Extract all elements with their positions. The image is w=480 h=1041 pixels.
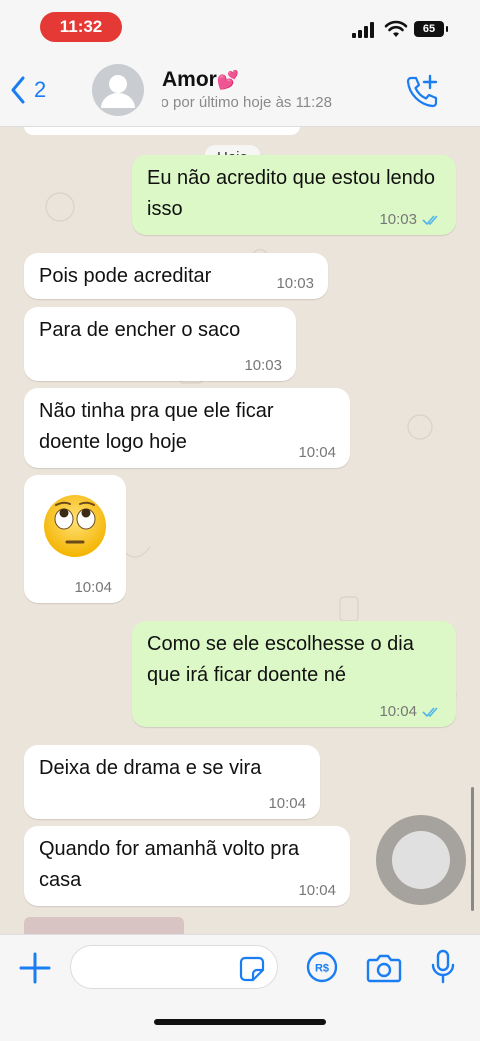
message-time: 10:04: [298, 882, 336, 899]
back-button[interactable]: 2: [10, 76, 46, 104]
message-meta: 10:04: [74, 579, 112, 597]
attach-button[interactable]: [18, 951, 52, 990]
status-bar: 11:32 65: [0, 0, 480, 54]
last-seen-text: visto por último hoje às 11:28: [162, 94, 332, 111]
touch-indicator-inner: [392, 831, 450, 889]
wifi-icon: [384, 20, 408, 37]
message-input[interactable]: [85, 946, 239, 988]
message-incoming[interactable]: Pois pode acreditar 10:03: [24, 253, 328, 299]
avatar[interactable]: [92, 64, 144, 116]
message-outgoing[interactable]: Eu não acredito que estou lendo isso 10:…: [132, 155, 456, 235]
message-text: Como se ele escolhesse o dia que irá fic…: [147, 633, 414, 686]
message-outgoing[interactable]: Como se ele escolhesse o dia que irá fic…: [132, 621, 456, 727]
microphone-button[interactable]: [430, 949, 456, 990]
microphone-icon: [431, 949, 455, 984]
message-time: 10:03: [276, 275, 314, 292]
message-meta: 10:04: [268, 795, 306, 813]
status-time: 11:32: [40, 12, 122, 42]
chat-area[interactable]: Hoje Eu não acredito que estou lendo iss…: [0, 127, 480, 934]
message-incoming[interactable]: Quando for amanhã volto pra casa 10:04: [24, 826, 350, 906]
media-message-partial[interactable]: [24, 917, 184, 934]
battery-indicator: 65: [414, 21, 444, 37]
message-time: 10:04: [379, 703, 417, 720]
payment-icon: R$: [306, 951, 338, 983]
heart-emoji: 💕: [216, 70, 240, 90]
message-meta: 10:04: [298, 882, 336, 900]
contact-name-text: Amor: [162, 68, 217, 91]
home-indicator[interactable]: [154, 1019, 326, 1025]
message-time: 10:04: [74, 579, 112, 596]
message-time: 10:03: [244, 357, 282, 374]
message-meta: 10:03: [244, 357, 282, 375]
svg-text:R$: R$: [315, 963, 329, 975]
plus-icon: [19, 952, 51, 984]
message-text: Quando for amanhã volto pra casa: [39, 838, 300, 891]
message-text: Deixa de drama e se vira: [39, 757, 262, 779]
battery-tip: [446, 26, 448, 32]
message-input-field[interactable]: [70, 945, 278, 989]
message-meta: 10:04: [298, 444, 336, 462]
input-bar: R$: [0, 934, 480, 1041]
message-meta: 10:03: [276, 275, 314, 293]
message-text: Para de encher o saco: [39, 319, 241, 341]
call-button[interactable]: [402, 72, 442, 117]
add-call-icon: [406, 74, 438, 108]
message-incoming[interactable]: Deixa de drama e se vira 10:04: [24, 745, 320, 819]
contact-name[interactable]: Amor💕: [162, 68, 239, 92]
chat-header: 2 Amor💕 visto por último hoje às 11:28: [0, 54, 480, 127]
scrollbar[interactable]: [471, 787, 474, 911]
read-ticks-icon: [422, 707, 438, 718]
chevron-left-icon: [11, 76, 25, 104]
unread-count: 2: [34, 77, 47, 102]
message-text: Pois pode acreditar: [39, 265, 212, 287]
face-with-rolling-eyes-icon: [44, 495, 106, 557]
message-meta: 10:03: [379, 211, 442, 229]
read-ticks-icon: [422, 215, 438, 226]
sticker-button[interactable]: [239, 956, 265, 987]
person-icon: [101, 75, 135, 108]
camera-icon: [366, 954, 402, 983]
signal-icon: [352, 22, 374, 38]
last-seen: visto por último hoje às 11:28: [162, 94, 392, 111]
message-incoming[interactable]: Não tinha pra que ele ficar doente logo …: [24, 388, 350, 468]
payment-button[interactable]: R$: [306, 951, 338, 988]
message-meta: 10:04: [379, 703, 442, 721]
message-incoming[interactable]: Para de encher o saco 10:03: [24, 307, 296, 381]
camera-button[interactable]: [366, 953, 402, 988]
message-time: 10:04: [268, 795, 306, 812]
message-incoming-emoji[interactable]: 10:04: [24, 475, 126, 603]
message-time: 10:04: [298, 444, 336, 461]
previous-message-partial: [24, 127, 300, 135]
sticker-icon: [239, 956, 265, 982]
message-time: 10:03: [379, 211, 417, 228]
touch-indicator: [376, 815, 466, 905]
message-text: Não tinha pra que ele ficar doente logo …: [39, 400, 274, 453]
